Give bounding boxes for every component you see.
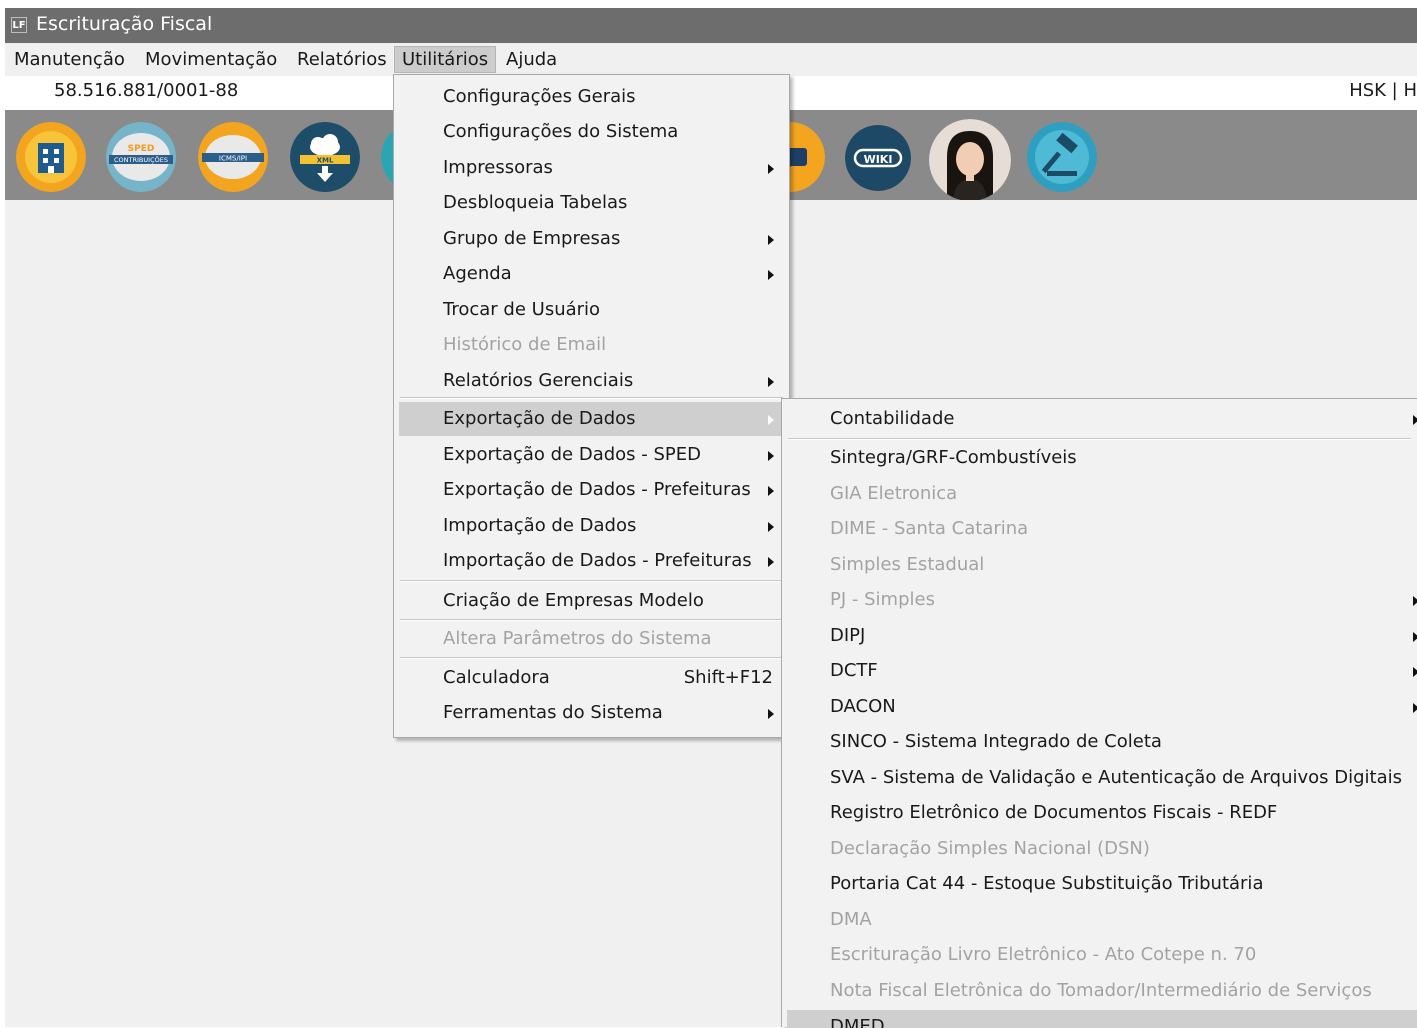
svg-text:SPED: SPED bbox=[128, 144, 155, 154]
sped-contribuicoes-icon: SPED CONTRIBUIÇÕES bbox=[106, 122, 176, 192]
submenu-item-nf-tomador: Nota Fiscal Eletrônica do Tomador/Interm… bbox=[830, 980, 1372, 1001]
calculadora-shortcut: Shift+F12 bbox=[683, 667, 773, 688]
menu-separator bbox=[400, 657, 783, 659]
submenu-arrow-icon bbox=[768, 522, 774, 532]
submenu-item-pj-simples: PJ - Simples bbox=[782, 583, 1417, 617]
cloud-download-icon: XML bbox=[290, 122, 360, 192]
menu-item-desbloqueia-tabelas[interactable]: Desbloqueia Tabelas bbox=[394, 186, 789, 220]
menu-item-exportacao-dados[interactable]: Exportação de Dados bbox=[399, 402, 784, 436]
menu-movimentacao[interactable]: Movimentação bbox=[138, 46, 284, 73]
icms-ipi-icon: ICMS/IPI bbox=[198, 122, 268, 192]
gavel-icon bbox=[1027, 122, 1097, 192]
menu-item-calculadora[interactable]: Calculadora Shift+F12 bbox=[394, 661, 789, 695]
submenu-item-sinco[interactable]: SINCO - Sistema Integrado de Coleta bbox=[782, 725, 1417, 759]
menu-separator bbox=[400, 619, 783, 621]
icms-ipi-button[interactable]: ICMS/IPI bbox=[198, 122, 268, 192]
submenu-item-dctf[interactable]: DCTF bbox=[782, 654, 1417, 688]
submenu-arrow-icon bbox=[768, 486, 774, 496]
submenu-item-contabilidade[interactable]: Contabilidade bbox=[782, 402, 1417, 436]
submenu-item-dsn: Declaração Simples Nacional (DSN) bbox=[830, 838, 1150, 859]
submenu-item-portaria-cat44[interactable]: Portaria Cat 44 - Estoque Substituição T… bbox=[782, 867, 1417, 901]
submenu-arrow-icon bbox=[768, 270, 774, 280]
menu-item-ferramentas-sistema[interactable]: Ferramentas do Sistema bbox=[394, 696, 789, 730]
menu-item-relatorios-gerenciais[interactable]: Relatórios Gerenciais bbox=[394, 364, 789, 398]
menu-separator bbox=[400, 397, 783, 399]
svg-text:XML: XML bbox=[317, 157, 334, 165]
wiki-icon: WIKI bbox=[845, 125, 911, 191]
menu-item-criacao-empresas-modelo[interactable]: Criação de Empresas Modelo bbox=[394, 584, 789, 618]
assistant-avatar[interactable] bbox=[929, 119, 1011, 201]
xml-download-button[interactable]: XML bbox=[290, 122, 360, 192]
submenu-arrow-icon bbox=[768, 377, 774, 387]
submenu-item-dime: DIME - Santa Catarina bbox=[830, 518, 1029, 539]
submenu-arrow-icon bbox=[1413, 415, 1417, 425]
app-logo-icon: LF bbox=[11, 17, 27, 33]
menu-item-exportacao-sped[interactable]: Exportação de Dados - SPED bbox=[394, 438, 789, 472]
submenu-item-dmed[interactable]: DMED bbox=[787, 1010, 1417, 1028]
title-bar[interactable]: LF Escrituração Fiscal bbox=[5, 8, 1417, 43]
menu-relatorios[interactable]: Relatórios bbox=[290, 46, 394, 73]
legislation-button[interactable] bbox=[1027, 122, 1097, 192]
menu-item-historico-email: Histórico de Email bbox=[443, 334, 607, 355]
company-building-button[interactable] bbox=[16, 122, 86, 192]
submenu-arrow-icon bbox=[768, 451, 774, 461]
exportacao-submenu: Contabilidade Sintegra/GRF-Combustíveis … bbox=[781, 398, 1417, 1028]
submenu-item-redf[interactable]: Registro Eletrônico de Documentos Fiscai… bbox=[782, 796, 1417, 830]
submenu-arrow-icon bbox=[1413, 667, 1417, 677]
menu-item-agenda[interactable]: Agenda bbox=[394, 257, 789, 291]
menu-item-configuracoes-sistema[interactable]: Configurações do Sistema bbox=[394, 115, 789, 149]
submenu-item-livro-eletronico: Escrituração Livro Eletrônico - Ato Cote… bbox=[830, 944, 1257, 965]
submenu-arrow-icon bbox=[768, 709, 774, 719]
submenu-item-gia: GIA Eletronica bbox=[830, 483, 958, 504]
submenu-item-simples-estadual: Simples Estadual bbox=[830, 554, 985, 575]
company-cnpj: 58.516.881/0001-88 bbox=[54, 80, 239, 101]
menu-item-impressoras[interactable]: Impressoras bbox=[394, 151, 789, 185]
avatar-woman-icon bbox=[929, 119, 1011, 201]
svg-text:CONTRIBUIÇÕES: CONTRIBUIÇÕES bbox=[114, 155, 168, 164]
menu-item-grupo-empresas[interactable]: Grupo de Empresas bbox=[394, 222, 789, 256]
menu-item-trocar-usuario[interactable]: Trocar de Usuário bbox=[394, 293, 789, 327]
menu-utilitarios[interactable]: Utilitários bbox=[394, 46, 497, 73]
svg-text:WIKI: WIKI bbox=[864, 153, 893, 166]
submenu-arrow-icon bbox=[1413, 596, 1417, 606]
submenu-arrow-icon bbox=[768, 415, 774, 425]
svg-text:ICMS/IPI: ICMS/IPI bbox=[219, 155, 247, 163]
submenu-item-sva[interactable]: SVA - Sistema de Validação e Autenticaçã… bbox=[782, 761, 1417, 795]
submenu-arrow-icon bbox=[1413, 632, 1417, 642]
submenu-item-dacon[interactable]: DACON bbox=[782, 690, 1417, 724]
user-info: HSK | H bbox=[1349, 80, 1417, 101]
sped-contribuicoes-button[interactable]: SPED CONTRIBUIÇÕES bbox=[106, 122, 176, 192]
window-title: Escrituração Fiscal bbox=[36, 13, 213, 35]
submenu-arrow-icon bbox=[768, 235, 774, 245]
submenu-item-dipj[interactable]: DIPJ bbox=[782, 619, 1417, 653]
submenu-arrow-icon bbox=[768, 557, 774, 567]
building-icon bbox=[16, 122, 86, 192]
menu-bar: Manutenção Movimentação Relatórios Utili… bbox=[5, 43, 1417, 76]
menu-separator bbox=[788, 438, 1411, 440]
menu-item-altera-parametros: Altera Parâmetros do Sistema bbox=[443, 628, 712, 649]
submenu-item-sintegra[interactable]: Sintegra/GRF-Combustíveis bbox=[782, 441, 1417, 475]
wiki-button[interactable]: WIKI bbox=[845, 125, 911, 191]
menu-item-importacao-prefeituras[interactable]: Importação de Dados - Prefeituras bbox=[394, 544, 789, 578]
submenu-arrow-icon bbox=[768, 164, 774, 174]
menu-item-importacao-dados[interactable]: Importação de Dados bbox=[394, 509, 789, 543]
menu-manutencao[interactable]: Manutenção bbox=[7, 46, 132, 73]
submenu-item-dma: DMA bbox=[830, 909, 872, 930]
menu-item-exportacao-prefeituras[interactable]: Exportação de Dados - Prefeituras bbox=[394, 473, 789, 507]
submenu-arrow-icon bbox=[1413, 703, 1417, 713]
menu-item-configuracoes-gerais[interactable]: Configurações Gerais bbox=[394, 80, 789, 114]
utilitarios-dropdown: Configurações Gerais Configurações do Si… bbox=[393, 74, 790, 738]
menu-separator bbox=[400, 580, 783, 582]
menu-ajuda[interactable]: Ajuda bbox=[499, 46, 564, 73]
